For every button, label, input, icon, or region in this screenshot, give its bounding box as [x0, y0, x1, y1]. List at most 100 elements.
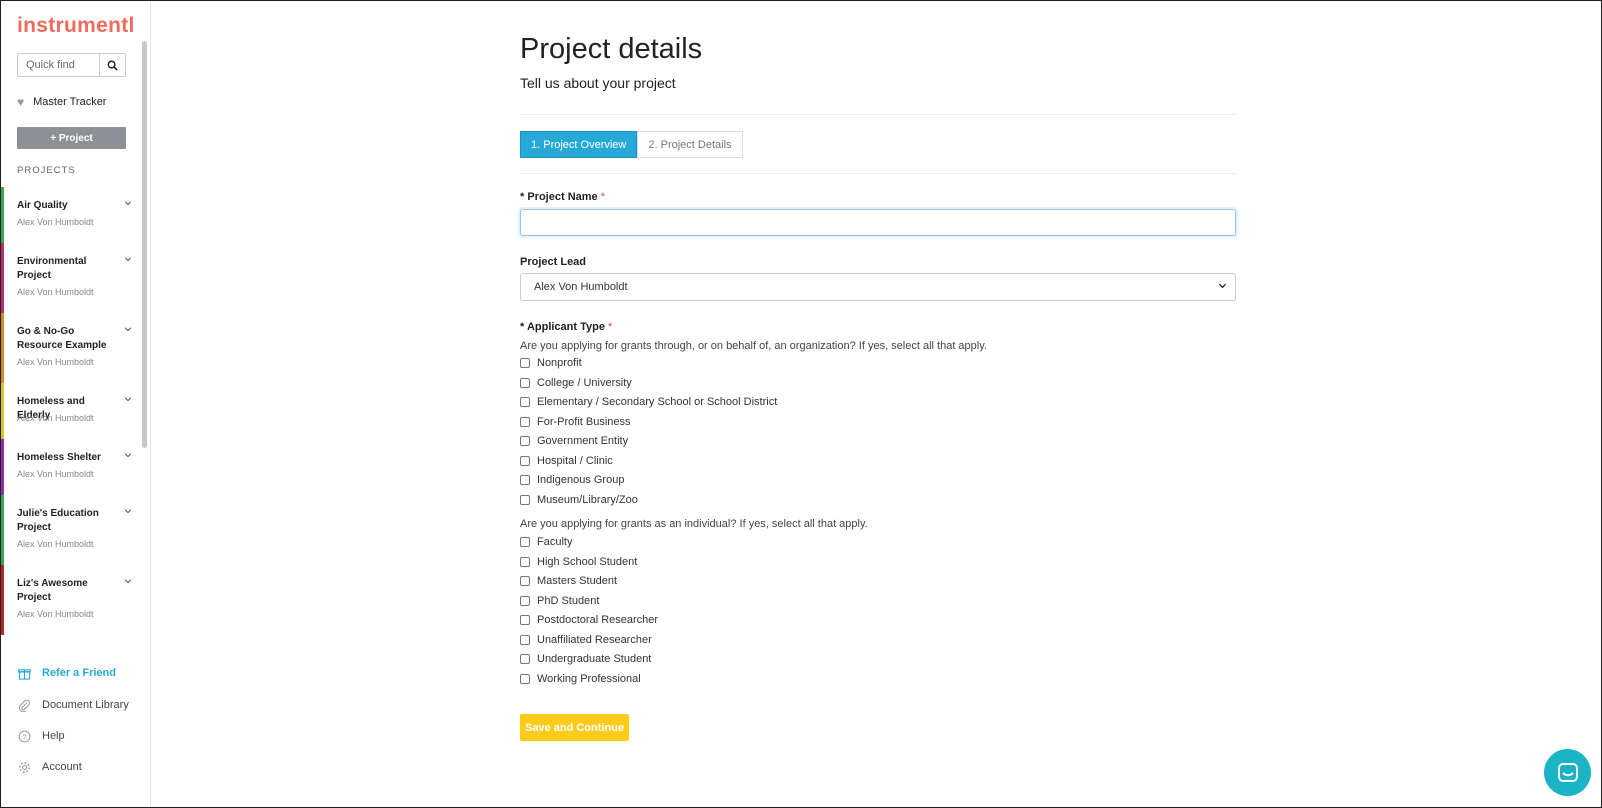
app-window: instrumentl ♥ Master Tracker + Project P… — [0, 0, 1602, 808]
project-owner: Alex Von Humboldt — [17, 287, 94, 297]
checkbox[interactable] — [520, 556, 530, 567]
checkbox-option[interactable]: Unaffiliated Researcher — [520, 634, 652, 646]
checkbox-label: Faculty — [537, 536, 573, 548]
checkbox-label: Indigenous Group — [537, 474, 625, 486]
checkbox-option[interactable]: Hospital / Clinic — [520, 455, 613, 467]
project-list: Air Quality Alex Von Humboldt Environmenta… — [1, 187, 141, 649]
checkbox-option[interactable]: Indigenous Group — [520, 474, 624, 486]
chat-launcher-button[interactable] — [1544, 749, 1591, 796]
account-label: Account — [42, 761, 82, 773]
chevron-down-icon[interactable] — [124, 325, 132, 335]
sidebar-project-item[interactable]: Air Quality Alex Von Humboldt — [1, 187, 141, 243]
sidebar-scrollbar[interactable] — [142, 41, 147, 448]
tab-project-details[interactable]: 2. Project Details — [637, 131, 743, 158]
required-marker: * — [520, 191, 525, 203]
document-library-link[interactable]: Document Library — [17, 698, 129, 712]
chevron-down-icon[interactable] — [124, 255, 132, 265]
project-name-label: * Project Name * — [520, 191, 605, 203]
project-lead-value: Alex Von Humboldt — [534, 281, 628, 293]
sidebar-project-item[interactable]: Homeless Shelter Alex Von Humboldt — [1, 439, 141, 495]
project-owner: Alex Von Humboldt — [17, 217, 94, 227]
project-name: Homeless Shelter — [17, 452, 101, 463]
checkbox-option[interactable]: Working Professional — [520, 673, 641, 685]
checkbox-option[interactable]: Nonprofit — [520, 357, 582, 369]
checkbox[interactable] — [520, 654, 530, 664]
checkbox[interactable] — [520, 537, 530, 547]
search-icon — [107, 60, 118, 71]
checkbox[interactable] — [520, 455, 530, 466]
checkbox[interactable] — [520, 576, 530, 586]
sidebar-project-item[interactable]: Julie's Education Project Alex Von Humbol… — [1, 495, 141, 565]
project-name: Go & No-Go Resource Example — [17, 326, 107, 351]
checkbox[interactable] — [520, 358, 530, 368]
chat-icon — [1557, 762, 1578, 782]
checkbox-label: Postdoctoral Researcher — [537, 614, 659, 626]
refer-a-friend-label: Refer a Friend — [42, 667, 116, 679]
refer-a-friend-link[interactable]: Refer a Friend — [17, 666, 116, 680]
quick-find-input[interactable] — [18, 54, 99, 76]
chevron-down-icon[interactable] — [124, 395, 132, 405]
checkbox-option[interactable]: College / University — [520, 377, 632, 389]
checkbox[interactable] — [520, 595, 530, 606]
required-marker: * — [520, 321, 525, 333]
paperclip-icon — [17, 698, 31, 712]
checkbox[interactable] — [520, 615, 530, 625]
sidebar-project-item[interactable]: Liz's Awesome Project Alex Von Humboldt — [1, 565, 141, 635]
checkbox-option[interactable]: Government Entity — [520, 435, 628, 447]
checkbox-option[interactable]: Elementary / Secondary School or School … — [520, 396, 777, 408]
tab-project-overview[interactable]: 1. Project Overview — [520, 131, 638, 158]
document-library-label: Document Library — [42, 699, 129, 711]
checkbox[interactable] — [520, 416, 530, 427]
chevron-down-icon[interactable] — [124, 199, 132, 209]
project-owner: Alex Von Humboldt — [17, 539, 94, 549]
checkbox-label: Government Entity — [537, 435, 629, 447]
checkbox[interactable] — [520, 673, 530, 684]
checkbox-option[interactable]: Undergraduate Student — [520, 653, 651, 665]
checkbox[interactable] — [520, 634, 530, 645]
add-project-button[interactable]: + Project — [17, 127, 126, 149]
heart-icon: ♥ — [17, 95, 25, 109]
page-subtitle: Tell us about your project — [520, 75, 676, 91]
checkbox-label: Masters Student — [537, 575, 618, 587]
gift-icon — [17, 666, 31, 680]
sidebar-project-item[interactable]: Go & No-Go Resource Example Alex Von Humb… — [1, 313, 141, 383]
help-link[interactable]: ? Help — [17, 729, 65, 743]
checkbox-option[interactable]: Museum/Library/Zoo — [520, 494, 638, 506]
checkbox-option[interactable]: Masters Student — [520, 575, 617, 587]
quick-find — [17, 53, 126, 77]
sidebar-project-item[interactable]: Homeless and Elderly Alex Von Humboldt — [1, 383, 141, 439]
master-tracker-link[interactable]: ♥ Master Tracker — [17, 95, 106, 109]
checkbox[interactable] — [520, 377, 530, 388]
checkbox-option[interactable]: High School Student — [520, 556, 637, 568]
account-link[interactable]: Account — [17, 760, 82, 774]
gear-icon — [17, 760, 31, 774]
project-name-input[interactable] — [520, 209, 1236, 236]
chevron-down-icon — [1218, 281, 1227, 293]
checkbox[interactable] — [520, 397, 530, 407]
project-lead-select[interactable]: Alex Von Humboldt — [520, 273, 1236, 301]
search-button[interactable] — [99, 54, 125, 76]
checkbox[interactable] — [520, 475, 530, 485]
individual-help-text: Are you applying for grants as an indivi… — [520, 518, 868, 530]
save-and-continue-button[interactable]: Save and Continue — [520, 714, 629, 741]
chevron-down-icon[interactable] — [124, 577, 132, 587]
divider — [520, 114, 1236, 115]
org-help-text: Are you applying for grants through, or … — [520, 340, 987, 352]
checkbox[interactable] — [520, 494, 530, 505]
sidebar-project-item[interactable]: Environmental Project Alex Von Humboldt — [1, 243, 141, 313]
checkbox-option[interactable]: Faculty — [520, 536, 572, 548]
chevron-down-icon[interactable] — [124, 451, 132, 461]
checkbox-label: College / University — [537, 376, 632, 389]
sidebar: instrumentl ♥ Master Tracker + Project P… — [1, 1, 151, 807]
checkbox-label: Museum/Library/Zoo — [537, 493, 638, 506]
checkbox[interactable] — [520, 436, 530, 446]
logo[interactable]: instrumentl — [17, 14, 135, 38]
question-icon: ? — [17, 729, 31, 743]
svg-text:?: ? — [22, 732, 26, 741]
projects-heading: PROJECTS — [17, 165, 76, 176]
project-name: Environmental Project — [17, 256, 87, 281]
chevron-down-icon[interactable] — [124, 507, 132, 517]
checkbox-option[interactable]: For-Profit Business — [520, 416, 631, 428]
checkbox-option[interactable]: PhD Student — [520, 595, 599, 607]
checkbox-option[interactable]: Postdoctoral Researcher — [520, 614, 658, 626]
